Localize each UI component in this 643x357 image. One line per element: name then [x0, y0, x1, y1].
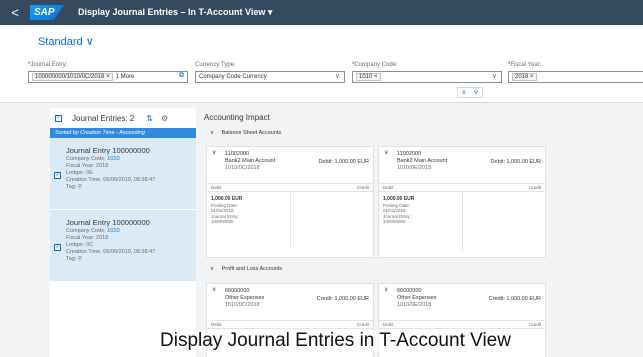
- credit-header: Credit: [528, 322, 541, 327]
- entry-ledger: Ledger: 0E: [66, 170, 93, 176]
- section-title: Accounting Impact: [204, 113, 270, 122]
- variant-selector[interactable]: Standard ∨: [38, 35, 94, 48]
- list-item[interactable]: ✓ Journal Entry 100000000 Company Code: …: [50, 138, 196, 210]
- credit-header: Credit: [528, 185, 541, 190]
- journal-entry-number: 100000000: [383, 219, 406, 224]
- company-code-input[interactable]: 1010 × ∨: [352, 71, 502, 83]
- chevron-down-icon[interactable]: ∨: [384, 150, 388, 157]
- journal-entry-list: ✓ Journal Entries: 2 ⇅ ⚙ Sorted by Creat…: [50, 108, 196, 357]
- sort-info-bar: Sorted by Creation Time - Ascending: [50, 128, 196, 138]
- profit-loss-label: Profit and Loss Accounts: [221, 266, 283, 272]
- filter-bar: Standard ∨ *Journal Entry: 100000000/101…: [0, 25, 643, 103]
- fiscal-year-input[interactable]: 2018 ×: [508, 71, 643, 83]
- account-number: 66000000: [225, 288, 250, 294]
- entry-company: Company Code: 1010: [66, 156, 120, 162]
- account-amount: Credit: 1,000.00 EUR: [316, 296, 369, 302]
- list-title: Journal Entries: 2: [72, 113, 135, 123]
- more-link[interactable]: 1 More: [116, 74, 135, 80]
- debit-header: Debit: [383, 185, 394, 190]
- shell-bar: < SAP Display Journal Entries – In T-Acc…: [0, 0, 643, 25]
- currency-type-select[interactable]: Company Code Currency ∨: [195, 71, 345, 83]
- variant-label: Standard: [38, 36, 83, 48]
- entry-tag: Tag: ⚲: [66, 256, 82, 262]
- credit-header: Credit: [356, 322, 369, 327]
- account-ref: 1010/0C/2018: [225, 302, 260, 308]
- entry-company: Company Code: 1010: [66, 228, 120, 234]
- currency-type-label: Currency Type:: [195, 62, 236, 68]
- account-ref: 1010/0E/2018: [397, 302, 432, 308]
- gear-icon[interactable]: ⚙: [161, 114, 168, 123]
- journal-entry-number: 100000000: [211, 219, 234, 224]
- entry-title: Journal Entry 100000000: [66, 146, 150, 155]
- chevron-down-icon: ∨: [210, 130, 215, 136]
- back-button[interactable]: <: [4, 5, 26, 20]
- company-code-token[interactable]: 1010 ×: [356, 73, 381, 81]
- account-ref: 1010/0C/2018: [225, 165, 260, 171]
- balance-sheet-toggle[interactable]: ∨ Balance Sheet Accounts: [210, 130, 281, 136]
- debit-header: Debit: [211, 322, 222, 327]
- caption-overlay: Display Journal Entries in T-Account Vie…: [160, 330, 511, 352]
- app-title-menu[interactable]: Display Journal Entries – In T-Account V…: [78, 7, 272, 18]
- balance-sheet-label: Balance Sheet Accounts: [221, 130, 282, 136]
- select-all-checkbox[interactable]: ✓: [55, 114, 62, 122]
- t-account-card[interactable]: ∨ 11002000 Bank2 Main Account 1010/0E/20…: [378, 146, 546, 258]
- entry-ledger: Ledger: 0C: [66, 242, 94, 248]
- list-item[interactable]: ✓ Journal Entry 100000000 Company Code: …: [50, 210, 196, 282]
- value-help-icon[interactable]: ⧉: [179, 72, 184, 80]
- account-amount: Debit: 1,000.00 EUR: [490, 159, 541, 165]
- account-number: 66000000: [397, 288, 422, 294]
- journal-entry-token[interactable]: 100000000/1010/0C/2018 ×: [32, 73, 113, 81]
- list-header: ✓ Journal Entries: 2 ⇅ ⚙: [50, 108, 196, 128]
- chevron-down-icon: ∨: [85, 36, 94, 48]
- debit-column: 1,000.00 EUR Posting Date: 01/01/2018 Jo…: [207, 192, 291, 250]
- profit-loss-toggle[interactable]: ∨ Profit and Loss Accounts: [210, 266, 282, 272]
- fiscal-year-label: *Fiscal Year:: [508, 62, 542, 68]
- pin-icon[interactable]: ⚲: [474, 89, 478, 96]
- sap-logo[interactable]: SAP: [30, 5, 64, 20]
- chevron-down-icon[interactable]: ∨: [212, 150, 216, 157]
- entry-creation-time: Creation Time: 06/06/2019, 08:38:47: [66, 177, 156, 183]
- account-number: 11002000: [225, 151, 250, 157]
- entry-creation-time: Creation Time: 06/06/2019, 08:38:47: [66, 249, 156, 255]
- account-number: 11002000: [397, 151, 422, 157]
- journal-entry-input[interactable]: 100000000/1010/0C/2018 × 1 More ⧉: [28, 71, 188, 83]
- entry-fiscal-year: Fiscal Year: 2018: [66, 163, 109, 169]
- fiscal-year-token[interactable]: 2018 ×: [512, 73, 537, 81]
- chevron-down-icon: ∨: [491, 73, 497, 80]
- header-toggle[interactable]: ∧ ⚲: [457, 87, 483, 98]
- chevron-down-icon[interactable]: ∨: [212, 287, 216, 294]
- journal-entry-label: *Journal Entry:: [28, 62, 68, 68]
- debit-column: 1,000.00 EUR Posting Date: 01/01/2018 Jo…: [379, 192, 463, 250]
- credit-header: Credit: [356, 185, 369, 190]
- account-amount: Credit: 1,000.00 EUR: [488, 296, 541, 302]
- chevron-down-icon: ∨: [334, 73, 340, 80]
- company-code-link[interactable]: 1010: [107, 228, 119, 234]
- entry-fiscal-year: Fiscal Year: 2018: [66, 235, 109, 241]
- chevron-down-icon[interactable]: ∨: [384, 287, 388, 294]
- entry-tag: Tag: ⚲: [66, 184, 82, 190]
- debit-header: Debit: [383, 322, 394, 327]
- collapse-icon[interactable]: ∧: [462, 89, 466, 96]
- entry-checkbox[interactable]: ✓: [54, 172, 61, 179]
- accounting-impact-panel: Accounting Impact ∨ Balance Sheet Accoun…: [200, 108, 643, 357]
- entry-title: Journal Entry 100000000: [66, 218, 150, 227]
- debit-header: Debit: [211, 185, 222, 190]
- t-account-card[interactable]: ∨ 11002000 Bank2 Main Account 1010/0C/20…: [206, 146, 374, 258]
- entry-checkbox[interactable]: ✓: [54, 244, 61, 251]
- chevron-down-icon: ∨: [210, 266, 215, 272]
- account-ref: 1010/0E/2018: [397, 165, 432, 171]
- currency-type-value: Company Code Currency: [199, 74, 267, 80]
- company-code-link[interactable]: 1010: [107, 156, 119, 162]
- sort-icon[interactable]: ⇅: [146, 114, 153, 123]
- account-amount: Debit: 1,000.00 EUR: [318, 159, 369, 165]
- company-code-label: *Company Code:: [352, 62, 398, 68]
